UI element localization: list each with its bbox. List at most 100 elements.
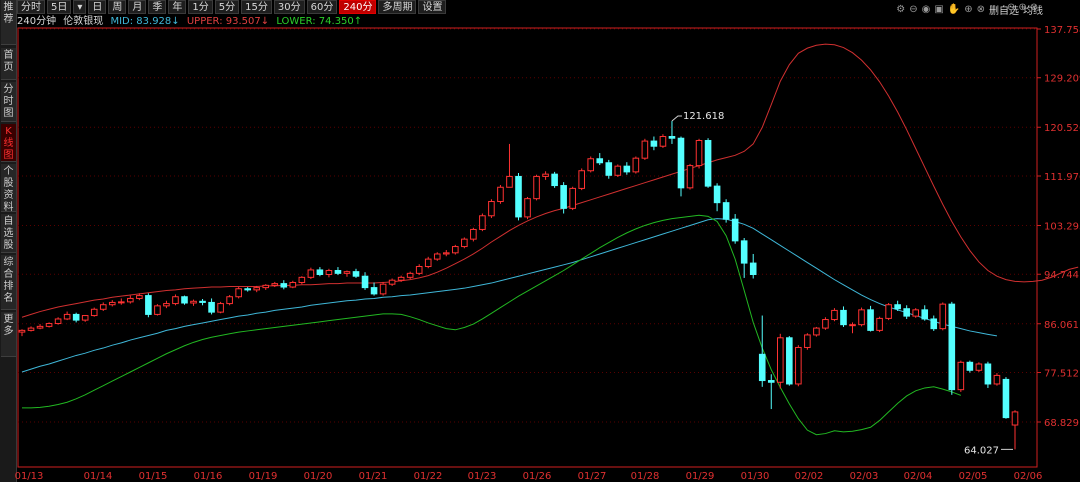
candle-up: [253, 287, 261, 291]
candle-up: [795, 346, 802, 385]
plot-frame: [17, 27, 1038, 468]
candle-down: [867, 309, 874, 331]
candle-up: [397, 276, 405, 281]
y-tick-label: 77.512: [1044, 368, 1079, 379]
x-tick-label: 01/29: [686, 471, 715, 482]
y-tick-label: 86.061: [1044, 320, 1079, 331]
candle-up: [424, 258, 432, 268]
window-controls: ⊖ ⊕ ⊗: [1007, 2, 1041, 13]
candle-down: [650, 140, 658, 147]
candle-down: [72, 313, 80, 321]
candle-up: [433, 253, 441, 260]
candle-up: [858, 309, 865, 326]
candle-up: [99, 304, 107, 310]
candle-up: [406, 272, 414, 278]
x-tick-label: 01/26: [523, 471, 552, 482]
candle-up: [957, 361, 965, 391]
candle-up: [813, 327, 820, 336]
candle-down: [984, 363, 992, 385]
candle-up: [912, 309, 919, 317]
x-tick-label: 02/06: [1014, 471, 1043, 482]
x-tick-label: 01/28: [631, 471, 660, 482]
candle-down: [551, 173, 558, 187]
candle-up: [36, 325, 44, 329]
candle-up: [939, 303, 947, 330]
candle-down: [334, 270, 342, 274]
candle-up: [262, 284, 270, 289]
candle-down: [767, 380, 775, 383]
candle-up: [686, 165, 694, 189]
candle-up: [27, 327, 35, 331]
candle-down: [840, 309, 847, 326]
candle-up: [45, 323, 53, 327]
candle-up: [343, 271, 351, 274]
candle-up: [993, 374, 1001, 385]
candle-down: [749, 262, 757, 275]
candle-down: [316, 269, 324, 275]
x-tick-label: 02/04: [904, 471, 933, 482]
candle-down: [181, 296, 188, 304]
candle-up: [578, 170, 585, 189]
x-tick-label: 01/30: [741, 471, 770, 482]
candle-up: [118, 301, 125, 304]
candle-down: [199, 300, 206, 303]
candle-up: [388, 279, 396, 285]
candle-up: [470, 228, 477, 240]
candle-up: [614, 165, 622, 176]
candle-up: [776, 337, 784, 383]
candle-up: [289, 281, 297, 288]
candle-down: [930, 318, 938, 330]
mid-band-line: [21, 218, 998, 373]
candle-up: [479, 215, 486, 230]
candle-up: [415, 266, 423, 274]
low-annotation-label: 64.027: [964, 445, 999, 456]
candle-down: [623, 165, 631, 173]
y-tick-label: 103.293: [1044, 222, 1080, 233]
candle-up: [822, 319, 829, 329]
candle-up: [533, 175, 540, 200]
candle-down: [758, 353, 766, 382]
candle-down: [208, 301, 215, 313]
candle-up: [54, 318, 62, 325]
candle-up: [325, 270, 333, 275]
candle-up: [235, 288, 242, 298]
candle-up: [497, 186, 504, 203]
candle-up: [18, 329, 26, 333]
y-tick-label: 94.744: [1044, 270, 1079, 281]
candle-up: [452, 246, 459, 254]
y-tick-label: 129.209: [1044, 74, 1080, 85]
candle-up: [90, 308, 98, 317]
candle-up: [226, 296, 233, 305]
x-tick-label: 01/13: [15, 471, 44, 482]
x-tick-label: 01/15: [139, 471, 168, 482]
candle-down: [1002, 378, 1010, 419]
x-tick-label: 02/03: [850, 471, 879, 482]
x-tick-label: 01/16: [194, 471, 223, 482]
candle-up: [217, 303, 224, 313]
candle-down: [704, 140, 712, 187]
x-tick-label: 01/23: [468, 471, 497, 482]
candle-up: [524, 198, 531, 218]
x-tick-label: 01/21: [359, 471, 388, 482]
close-icon[interactable]: ⊗: [1030, 2, 1038, 13]
y-tick-label: 68.829: [1044, 418, 1079, 429]
candle-down: [713, 185, 721, 204]
candle-up: [136, 295, 143, 299]
candle-down: [722, 202, 730, 220]
candle-up: [190, 300, 197, 304]
candle-up: [569, 187, 576, 209]
candle-up: [1011, 411, 1019, 426]
plus-icon[interactable]: ⊕: [1018, 2, 1026, 13]
candle-up: [163, 303, 170, 307]
minus-icon[interactable]: ⊖: [1007, 2, 1015, 13]
candle-up: [641, 140, 649, 159]
candle-down: [361, 275, 369, 289]
kline-chart[interactable]: 137.758 129.209 120.526 111.976 103.293 94.74…: [0, 0, 1080, 482]
x-tick-label: 01/20: [304, 471, 333, 482]
candle-down: [280, 283, 288, 288]
candle-up: [831, 309, 838, 321]
candle-down: [731, 218, 739, 242]
high-annotation-pointer: [671, 115, 682, 122]
candle-up: [81, 315, 89, 321]
candle-up: [975, 363, 983, 371]
